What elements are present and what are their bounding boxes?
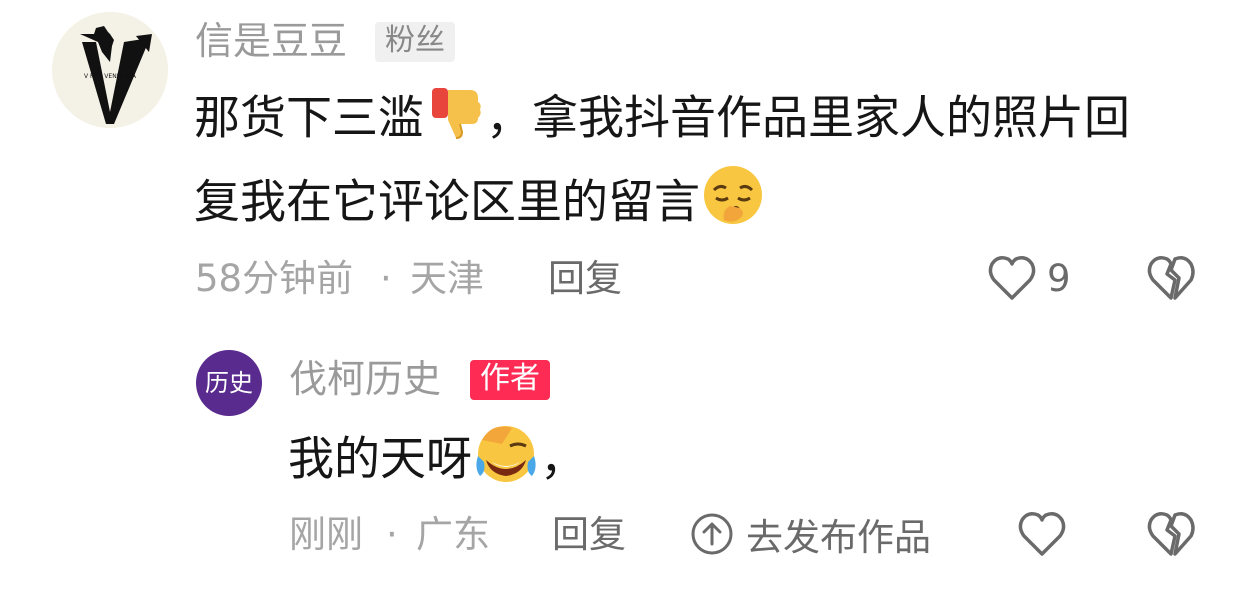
- thumbs-down-icon: [424, 80, 486, 162]
- like-button[interactable]: [986, 252, 1038, 306]
- reply-time: 刚刚: [289, 513, 363, 556]
- reply-text-part: 我的天呀: [288, 431, 472, 486]
- username[interactable]: 信是豆豆: [195, 22, 347, 60]
- heart-icon: [988, 256, 1036, 300]
- reply-location: 广东: [416, 513, 490, 556]
- comment-text-part: 复我在它评论区里的留言: [194, 174, 700, 229]
- like-button[interactable]: [1016, 508, 1068, 562]
- arrow-up-circle-icon: [691, 513, 733, 555]
- reply-text: 我的天呀 ，: [288, 418, 586, 506]
- dislike-button[interactable]: [1145, 252, 1197, 306]
- broken-heart-icon: [1147, 512, 1195, 556]
- like-count: 9: [1047, 257, 1071, 300]
- avatar[interactable]: V FOR VENDETTA: [52, 12, 168, 128]
- meta-separator: ·: [386, 513, 398, 556]
- reply-text-part: ，: [540, 431, 586, 486]
- reply-avatar[interactable]: 历史: [196, 350, 262, 416]
- comment-text-line2: 复我在它评论区里的留言: [194, 162, 766, 248]
- reply-button[interactable]: 回复: [552, 516, 626, 553]
- publish-work-button[interactable]: 去发布作品: [690, 510, 931, 559]
- comment-text-line1: 那货下三滥 ，拿我抖音作品里家人的照片回: [194, 80, 1130, 162]
- fan-badge: 粉丝: [375, 22, 455, 62]
- heart-icon: [1018, 512, 1066, 556]
- meta-separator: ·: [380, 257, 392, 300]
- comment-location: 天津: [410, 257, 484, 300]
- author-badge: 作者: [470, 360, 550, 400]
- comment-text-part: 那货下三滥: [194, 90, 424, 145]
- comment-list: V FOR VENDETTA 信是豆豆 粉丝 那货下三滥 ，拿我抖音作品里家人的…: [0, 0, 1260, 592]
- reply-button[interactable]: 回复: [548, 260, 622, 297]
- reply-username[interactable]: 伐柯历史: [289, 360, 441, 398]
- dislike-button[interactable]: [1145, 508, 1197, 562]
- comment-time: 58分钟前: [195, 257, 354, 300]
- v-for-vendetta-logo: V FOR VENDETTA: [52, 12, 168, 128]
- avatar-text: V FOR VENDETTA: [84, 73, 137, 80]
- broken-heart-icon: [1147, 256, 1195, 300]
- publish-label: 去发布作品: [746, 516, 931, 559]
- pensive-face-icon: [700, 162, 766, 248]
- comment-text-part: ，拿我抖音作品里家人的照片回: [486, 90, 1130, 145]
- crying-laughing-face-icon: [472, 418, 540, 506]
